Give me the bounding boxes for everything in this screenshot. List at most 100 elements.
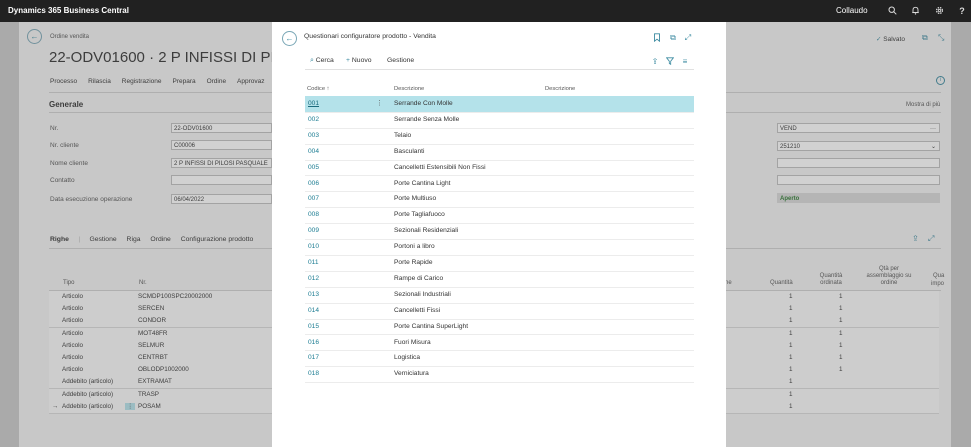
manage-button[interactable]: Gestione bbox=[387, 57, 414, 64]
item-code-link[interactable]: 017 bbox=[308, 354, 319, 361]
list-item[interactable]: 012 Rampe di Carico bbox=[305, 271, 694, 288]
gear-icon[interactable] bbox=[934, 6, 944, 16]
search-icon[interactable] bbox=[887, 6, 897, 16]
section-general[interactable]: Generale bbox=[49, 100, 83, 109]
lines-col-no: Nr. bbox=[139, 280, 147, 286]
field-code[interactable]: 251210 ⌄ bbox=[777, 141, 940, 151]
field-operation-date[interactable]: 06/04/2022 bbox=[171, 194, 272, 204]
menu-registrazione[interactable]: Registrazione bbox=[122, 78, 162, 85]
list-item[interactable]: 016 Fuori Misura bbox=[305, 335, 694, 352]
expand-icon[interactable]: ⤢ bbox=[683, 33, 693, 43]
line-no: CENTRBT bbox=[138, 354, 168, 361]
item-code-link[interactable]: 001 bbox=[308, 100, 319, 107]
menu-rilascia[interactable]: Rilascia bbox=[88, 78, 111, 85]
item-code-link[interactable]: 014 bbox=[308, 307, 319, 314]
item-code-link[interactable]: 008 bbox=[308, 211, 319, 218]
back-arrow-icon[interactable]: ← bbox=[27, 29, 42, 44]
item-code-link[interactable]: 006 bbox=[308, 180, 319, 187]
row-actions-icon[interactable]: ⋮ bbox=[125, 402, 136, 410]
bell-icon[interactable] bbox=[910, 6, 920, 16]
line-type: Articolo bbox=[62, 341, 83, 349]
menu-processo[interactable]: Processo bbox=[50, 78, 77, 85]
show-more-link[interactable]: Mostra di più bbox=[906, 102, 940, 108]
field-customer-name[interactable]: 2 P INFISSI DI PILOSI PASQUALE bbox=[171, 158, 272, 168]
back-arrow-icon[interactable]: ← bbox=[282, 31, 297, 46]
help-icon[interactable]: ? bbox=[957, 6, 967, 16]
open-new-window-icon[interactable]: ⧉ bbox=[922, 33, 928, 43]
list-item[interactable]: 002 Serrande Senza Molle bbox=[305, 112, 694, 129]
lines-title[interactable]: Righe bbox=[50, 236, 69, 243]
line-type: Addebito (articolo) bbox=[62, 378, 114, 386]
line-quantity-ordered: 1 bbox=[839, 305, 843, 313]
list-item[interactable]: 007 Porte Multiuso bbox=[305, 191, 694, 209]
list-item[interactable]: 006 Porte Cantina Light bbox=[305, 176, 694, 193]
item-code-link[interactable]: 007 bbox=[308, 195, 319, 202]
item-code-link[interactable]: 009 bbox=[308, 227, 319, 234]
field-salesperson[interactable]: VEND ··· bbox=[777, 123, 940, 133]
lines-menu-product-config[interactable]: Configurazione prodotto bbox=[181, 236, 254, 243]
collapse-icon[interactable]: ⤡ bbox=[938, 33, 944, 43]
item-code-link[interactable]: 013 bbox=[308, 291, 319, 298]
list-view-icon[interactable]: ≡ bbox=[680, 57, 690, 67]
field-empty-2[interactable] bbox=[777, 175, 940, 185]
info-icon[interactable]: i bbox=[936, 76, 945, 85]
company-name[interactable]: Collaudo bbox=[836, 6, 868, 15]
menu-approvazione[interactable]: Approvaz bbox=[237, 78, 264, 85]
list-item[interactable]: 015 Porte Cantina SuperLight bbox=[305, 319, 694, 336]
list-item[interactable]: 009 Sezionali Residenziali bbox=[305, 223, 694, 241]
item-code-link[interactable]: 012 bbox=[308, 275, 319, 282]
search-button[interactable]: ⌕ Cerca bbox=[310, 57, 334, 65]
list-item[interactable]: 003 Telaio bbox=[305, 128, 694, 145]
dialog-title: Questionari configuratore prodotto - Ven… bbox=[304, 33, 436, 40]
menu-ordine[interactable]: Ordine bbox=[207, 78, 227, 85]
list-item[interactable]: 018 Verniciatura bbox=[305, 366, 694, 384]
filter-icon[interactable] bbox=[665, 57, 675, 67]
item-code-link[interactable]: 018 bbox=[308, 370, 319, 377]
expand-icon[interactable]: ⤢ bbox=[928, 234, 934, 244]
item-code-link[interactable]: 016 bbox=[308, 339, 319, 346]
item-code-link[interactable]: 015 bbox=[308, 323, 319, 330]
share-icon[interactable]: ⇪ bbox=[650, 57, 660, 67]
new-button[interactable]: + Nuovo bbox=[346, 57, 372, 64]
list-item[interactable]: 001 ⋮ Serrande Con Molle bbox=[305, 96, 694, 113]
list-item[interactable]: 017 Logistica bbox=[305, 350, 694, 368]
item-code-link[interactable]: 005 bbox=[308, 164, 319, 171]
bookmark-icon[interactable] bbox=[652, 33, 662, 43]
list-item[interactable]: 008 Porte Tagliafuoco bbox=[305, 207, 694, 225]
list-item[interactable]: 014 Cancelletti Fissi bbox=[305, 303, 694, 320]
menu-prepara[interactable]: Prepara bbox=[172, 78, 195, 85]
field-customer-no[interactable]: C00006 bbox=[171, 140, 272, 150]
list-item[interactable]: 010 Portoni a libro bbox=[305, 239, 694, 256]
field-no[interactable]: 22-ODV01600 bbox=[171, 123, 272, 133]
open-new-window-icon[interactable]: ⧉ bbox=[668, 33, 678, 43]
item-code-link[interactable]: 010 bbox=[308, 243, 319, 250]
lines-col-quantity-ordered: Quantità ordinata bbox=[819, 273, 843, 286]
row-actions-icon[interactable]: ⋮ bbox=[376, 99, 383, 107]
col-code[interactable]: Codice ↑ bbox=[307, 86, 330, 92]
item-code-link[interactable]: 004 bbox=[308, 148, 319, 155]
list-item[interactable]: 013 Sezionali Industriali bbox=[305, 287, 694, 304]
app-title[interactable]: Dynamics 365 Business Central bbox=[8, 6, 129, 15]
item-description: Verniciatura bbox=[394, 370, 429, 378]
lines-menu-order[interactable]: Ordine bbox=[150, 236, 170, 243]
lines-col-quantity: Quantità bbox=[770, 280, 793, 286]
col-description-2[interactable]: Descrizione bbox=[545, 86, 575, 92]
line-quantity: 1 bbox=[789, 293, 793, 300]
col-description[interactable]: Descrizione bbox=[394, 86, 424, 92]
field-contact[interactable] bbox=[171, 175, 272, 185]
check-icon: ✓ bbox=[876, 36, 882, 43]
item-code-link[interactable]: 003 bbox=[308, 132, 319, 139]
list-item[interactable]: 005 Cancelletti Estensibili Non Fissi bbox=[305, 160, 694, 177]
item-code-link[interactable]: 011 bbox=[308, 259, 319, 266]
list-item[interactable]: 004 Basculanti bbox=[305, 144, 694, 161]
lines-menu: Righe | Gestione Riga Ordine Configurazi… bbox=[50, 236, 254, 243]
lines-menu-manage[interactable]: Gestione bbox=[89, 236, 116, 243]
field-empty-1[interactable] bbox=[777, 158, 940, 168]
list-item[interactable]: 011 Porte Rapide bbox=[305, 255, 694, 272]
lines-menu-row[interactable]: Riga bbox=[127, 236, 141, 243]
line-quantity: 1 bbox=[789, 317, 793, 325]
search-label: Cerca bbox=[315, 57, 334, 64]
share-icon[interactable]: ⇪ bbox=[912, 234, 919, 243]
line-no: MOT48FR bbox=[138, 329, 168, 337]
item-code-link[interactable]: 002 bbox=[308, 116, 319, 123]
